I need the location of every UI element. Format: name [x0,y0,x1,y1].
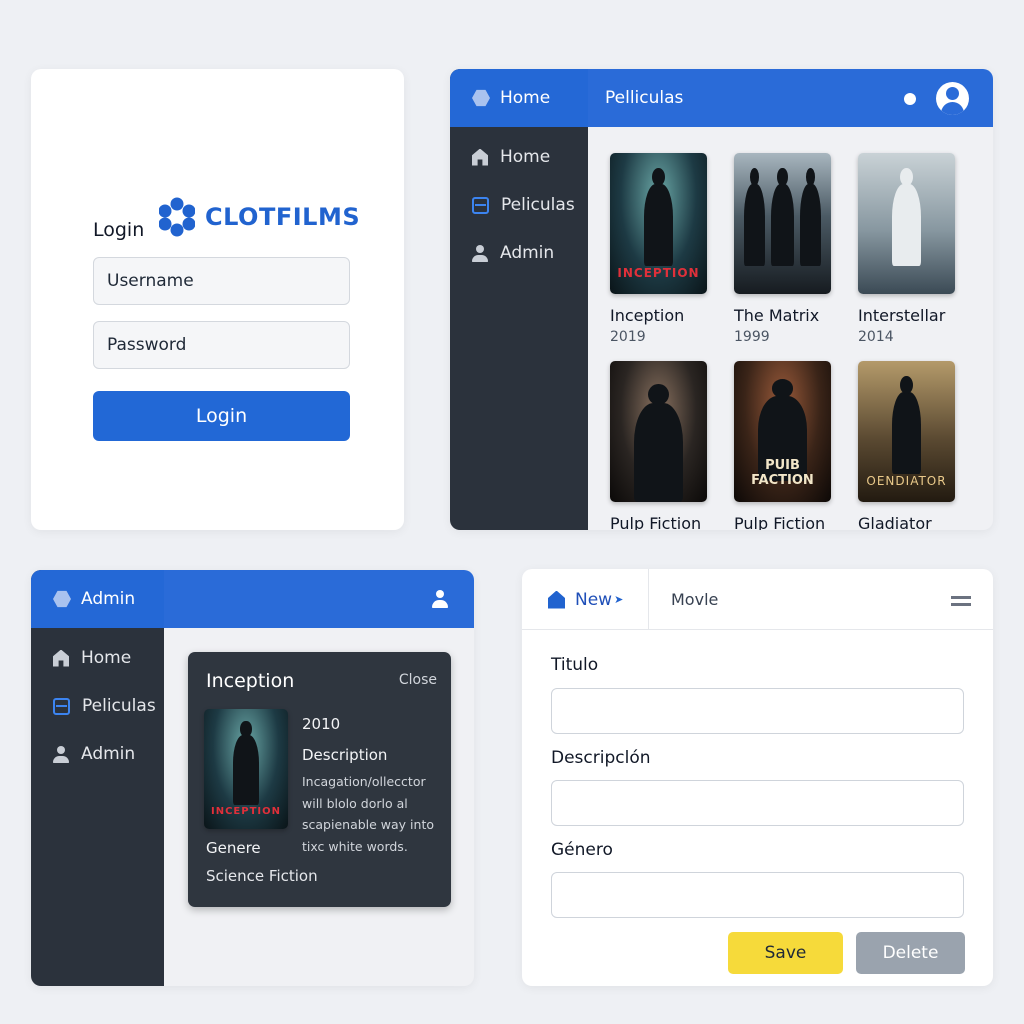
form-header: New ➤ Movle [522,569,993,630]
sidebar-header-home[interactable]: Home [450,69,588,127]
pencil-icon: ➤ [614,593,624,606]
sidebar-header-admin[interactable]: Admin [31,570,164,628]
top-bar: Pelliculas [588,69,993,127]
sidebar: Home Home Peliculas Admin [450,69,588,530]
sidebar-item-label: Home [500,147,551,167]
movie-title: Interstellar [858,306,946,325]
tab-movie[interactable]: Movle [671,590,718,609]
movie-year: 2014 [858,329,894,345]
descripcion-label: Descripclón [551,748,651,768]
movie-poster [858,153,955,294]
movie-year: 1999 [734,329,770,345]
movie-poster: OENDIATOR [858,361,955,502]
sidebar-item-home[interactable]: Home [450,133,588,181]
sidebar-item-label: Home [81,648,132,668]
sidebar-item-peliculas[interactable]: Peliculas [450,181,588,229]
sidebar-item-peliculas[interactable]: Peliculas [31,682,164,730]
genero-label: Género [551,840,613,860]
flower-logo-icon [159,197,195,237]
home-icon [548,590,565,609]
film-icon [472,196,489,214]
notification-dot-icon[interactable] [904,93,916,105]
movie-title: Pulp Fiction [734,514,826,530]
hexagon-logo-icon [472,89,490,107]
sidebar: Admin Home Peliculas Admin [31,570,164,986]
user-icon [472,244,488,262]
sidebar-item-label: Peliculas [82,696,156,716]
detail-year: 2010 [302,715,341,733]
movie-poster [610,361,707,502]
username-input[interactable] [93,257,350,305]
detail-genre-label: Genere [206,839,261,857]
sidebar-item-label: Peliculas [501,195,575,215]
password-input[interactable] [93,321,350,369]
titulo-label: Titulo [551,655,599,675]
page-title: Pelliculas [605,88,684,108]
movie-year: 2019 [610,329,646,345]
brand-logo: CLOTFILMS [159,197,360,237]
save-button[interactable]: Save [728,932,843,974]
movie-card-gladiator[interactable]: OENDIATOR Gladiator [858,361,958,530]
poster-title-text: PUIB FACTION [751,458,814,488]
movie-poster: INCEPTION [610,153,707,294]
sidebar-item-label: Admin [500,243,555,263]
genero-input[interactable] [551,872,964,918]
close-button[interactable]: Close [399,672,437,688]
movie-card-pulp-fiction[interactable]: Pulp Fiction [610,361,710,530]
admin-card: Admin Home Peliculas Admin Inception Clo… [31,570,474,986]
movie-card-inception[interactable]: INCEPTION Inception 2019 [610,153,710,345]
tab-new[interactable]: New ➤ [522,569,649,630]
sidebar-item-home[interactable]: Home [31,634,164,682]
movie-title: Gladiator [858,514,932,530]
top-bar [164,570,474,628]
login-button[interactable]: Login [93,391,350,441]
home-icon [53,649,69,667]
delete-button[interactable]: Delete [856,932,965,974]
brand-name: CLOTFILMS [205,203,361,231]
detail-genre: Science Fiction [206,867,318,885]
tab-new-label: New [575,589,613,610]
home-icon [472,148,488,166]
descripcion-input[interactable] [551,780,964,826]
user-icon[interactable] [432,590,448,608]
menu-icon[interactable] [951,596,971,606]
poster-title-text: OENDIATOR [866,474,947,488]
user-icon [53,745,69,763]
movie-title: Inception [610,306,685,325]
detail-poster: INCEPTION [204,709,288,829]
login-card: CLOTFILMS Login Login [31,69,404,530]
detail-description: Incagation/ollecctor will blolo dorlo al… [302,774,434,854]
sidebar-item-label: Admin [81,744,136,764]
sidebar-header-label: Home [500,88,551,108]
movies-card: Home Home Peliculas Admin Pelliculas INC… [450,69,993,530]
movie-detail-modal: Inception Close INCEPTION 2010 Descripti… [188,652,451,907]
movie-card-pulp-fiction[interactable]: PUIB FACTION Pulp Fiction [734,361,834,530]
sidebar-item-admin[interactable]: Admin [450,229,588,277]
avatar-icon[interactable] [936,82,969,115]
movie-title: The Matrix [734,306,820,325]
film-icon [53,697,70,715]
movie-poster [734,153,831,294]
movie-poster: PUIB FACTION [734,361,831,502]
movie-title: Pulp Fiction [610,514,702,530]
sidebar-item-admin[interactable]: Admin [31,730,164,778]
login-title: Login [93,219,145,241]
detail-title: Inception [206,670,295,692]
poster-title-text: INCEPTION [617,266,700,280]
hexagon-logo-icon [53,590,71,608]
movie-card-the-matrix[interactable]: The Matrix 1999 [734,153,834,345]
titulo-input[interactable] [551,688,964,734]
detail-description-label: Description [302,746,388,764]
edit-form-card: New ➤ Movle Titulo Descripclón Género Sa… [522,569,993,986]
sidebar-header-label: Admin [81,589,136,609]
poster-title-text: INCEPTION [210,806,281,817]
movie-card-interstellar[interactable]: Interstellar 2014 [858,153,958,345]
